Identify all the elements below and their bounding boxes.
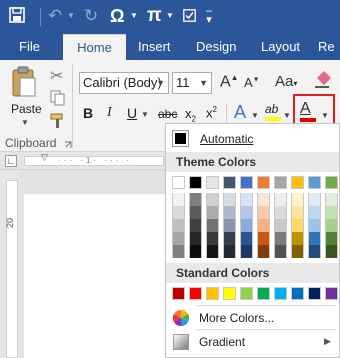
copy-icon[interactable] (50, 90, 66, 106)
chevron-down-icon[interactable]: ▼ (141, 110, 149, 119)
highlight-button[interactable]: ab (265, 102, 281, 121)
tab-insert[interactable]: Insert (138, 34, 171, 60)
indent-marker-icon[interactable]: ▽ (41, 152, 48, 163)
tab-selector-icon[interactable]: ∟ (5, 155, 17, 167)
group-separator (72, 64, 73, 148)
font-name-value: Calibri (Body) (83, 75, 162, 90)
standard-color-swatch[interactable] (274, 287, 287, 300)
tab-file[interactable]: File (19, 34, 40, 60)
more-colors-option[interactable]: More Colors... (166, 307, 339, 329)
gradient-icon (173, 334, 189, 350)
tab-design[interactable]: Design (196, 34, 236, 60)
standard-color-swatch[interactable] (189, 287, 202, 300)
submenu-arrow-icon: ▶ (324, 336, 331, 346)
tab-layout[interactable]: Layout (261, 34, 300, 60)
superscript-button[interactable]: x2 (206, 105, 217, 120)
menu-divider (196, 329, 336, 330)
text-effects-button[interactable]: A (234, 102, 246, 123)
shrink-font-icon[interactable]: A▼ (244, 75, 260, 90)
save-icon[interactable] (9, 7, 25, 23)
change-case-icon[interactable]: Aa▾ (275, 73, 297, 90)
standard-color-swatch[interactable] (206, 287, 219, 300)
title-bar: ↶ ▼ ↻ Ω ▼ π ▼ – ▾ (0, 0, 340, 34)
chevron-down-icon[interactable]: ▼ (156, 73, 165, 93)
gradient-label: Gradient (199, 335, 246, 349)
separator (40, 8, 41, 26)
bold-button[interactable]: B (83, 105, 93, 121)
text-effects-glyph: A (234, 102, 247, 122)
standard-color-swatch[interactable] (291, 287, 304, 300)
format-painter-icon[interactable] (50, 113, 66, 129)
underline-button[interactable]: U (127, 105, 137, 121)
vertical-ruler-track (6, 180, 18, 358)
gradient-option[interactable]: Gradient ▶ (166, 331, 339, 353)
standard-color-swatch[interactable] (172, 287, 185, 300)
paste-dropdown-icon[interactable]: ▼ (21, 118, 29, 127)
color-wheel-icon (172, 309, 190, 327)
standard-color-swatch[interactable] (223, 287, 236, 300)
dropdown-arrow-icon[interactable]: ▼ (130, 11, 138, 20)
tab-references[interactable]: Re (318, 34, 335, 60)
paste-button-label[interactable]: Paste (11, 102, 42, 116)
standard-color-swatch[interactable] (325, 287, 338, 300)
standard-color-swatch[interactable] (257, 287, 270, 300)
ribbon-tabs: File Home Insert Design Layout Re (0, 34, 340, 60)
chevron-down-icon[interactable]: ▼ (283, 111, 291, 120)
clipboard-group-label: Clipboard (5, 136, 57, 150)
highlight-color-bar (265, 117, 281, 121)
dropdown-arrow-icon[interactable]: ▼ (166, 11, 174, 20)
checkbox-icon[interactable] (183, 9, 196, 22)
paste-icon[interactable] (11, 66, 37, 98)
strikethrough-button[interactable]: abc (158, 107, 177, 121)
cut-icon[interactable]: ✂ (50, 66, 63, 86)
grow-font-icon[interactable]: A▲ (220, 73, 239, 91)
subscript-button[interactable]: x2 (185, 106, 196, 124)
font-color-menu: Automatic Theme Colors Standard Colors M… (165, 123, 340, 358)
font-name-box[interactable]: Calibri (Body) ▼ (79, 72, 169, 94)
chevron-down-icon[interactable]: ▼ (251, 111, 259, 120)
pi-equation-button[interactable]: π (147, 5, 162, 27)
standard-color-swatch[interactable] (308, 287, 321, 300)
italic-button[interactable]: I (107, 105, 112, 121)
redo-icon[interactable]: ↻ (84, 6, 98, 26)
vertical-ruler[interactable]: 20 (0, 170, 20, 358)
ruler-dots: ··· ·1· ··· · (58, 156, 133, 165)
vertical-ruler-mark: 20 (5, 217, 16, 229)
tab-home[interactable]: Home (63, 34, 126, 60)
clear-formatting-icon[interactable] (313, 70, 333, 91)
omega-symbol-button[interactable]: Ω (110, 6, 124, 27)
more-colors-label: More Colors... (199, 311, 275, 325)
undo-icon[interactable]: ↶ (48, 6, 62, 26)
chevron-down-icon[interactable]: ▼ (199, 73, 208, 93)
menu-divider (196, 305, 336, 306)
highlight-glyph: ab (265, 102, 279, 116)
font-size-value: 11 (176, 75, 190, 90)
standard-color-swatch[interactable] (240, 287, 253, 300)
clipboard-launcher-icon[interactable] (64, 138, 72, 148)
dropdown-arrow-icon[interactable]: ▼ (67, 11, 75, 20)
customize-toolbar-icon[interactable]: – ▾ (206, 6, 212, 26)
font-size-box[interactable]: 11 ▼ (172, 72, 212, 94)
